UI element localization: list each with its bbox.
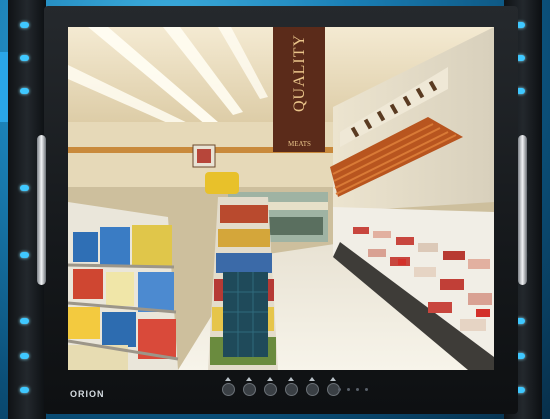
mount-hole	[20, 185, 29, 191]
control-button-5[interactable]	[306, 377, 319, 396]
monitor-screen: QUALITY MEATS	[68, 27, 494, 370]
supermarket-scene: QUALITY MEATS	[68, 27, 494, 370]
mount-hole	[20, 88, 29, 94]
aisle-sign	[205, 172, 239, 194]
mount-hole	[20, 387, 29, 393]
indicator-leds	[338, 388, 368, 391]
handle-left	[37, 135, 46, 285]
control-button-4[interactable]	[285, 377, 298, 396]
mount-hole	[20, 252, 29, 258]
handle-right	[518, 135, 527, 285]
mount-hole	[20, 318, 29, 324]
mount-hole	[20, 22, 29, 28]
mount-hole	[20, 55, 29, 61]
control-button-1[interactable]	[222, 377, 235, 396]
control-button-2[interactable]	[243, 377, 256, 396]
left-shelf-products	[68, 225, 176, 370]
quality-sign-text: QUALITY	[291, 34, 308, 112]
indicator-led	[338, 388, 341, 391]
mount-hole	[20, 353, 29, 359]
control-button-3[interactable]	[264, 377, 277, 396]
meats-label: MEATS	[288, 140, 311, 148]
wall-picture-art	[197, 149, 211, 163]
indicator-led	[365, 388, 368, 391]
indicator-led	[347, 388, 350, 391]
control-buttons	[222, 377, 340, 396]
indicator-led	[356, 388, 359, 391]
display-cart	[223, 272, 268, 357]
brand-logo: ORION	[70, 389, 105, 399]
